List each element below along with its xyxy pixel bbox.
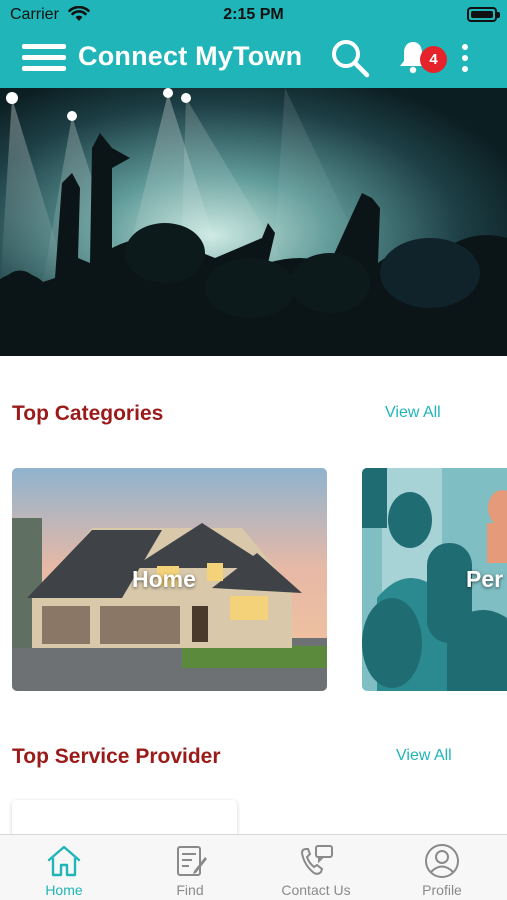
more-vertical-icon[interactable] — [460, 44, 470, 74]
top-service-provider-title: Top Service Provider — [12, 745, 221, 768]
tab-home-label: Home — [45, 882, 83, 898]
app-bar: Connect MyTown 4 — [0, 30, 507, 88]
tab-profile[interactable]: Profile — [379, 835, 505, 900]
search-icon[interactable] — [330, 38, 370, 78]
battery-icon — [467, 7, 500, 22]
status-time: 2:15 PM — [223, 6, 284, 23]
tab-find-label: Find — [176, 882, 204, 898]
contact-icon — [300, 845, 333, 875]
tab-home[interactable]: Home — [1, 835, 127, 900]
top-bar: Carrier 2:15 PM Connect MyTown 4 — [0, 0, 507, 88]
profile-icon — [425, 844, 459, 878]
find-icon — [177, 846, 207, 876]
notification-badge: 4 — [420, 46, 447, 73]
tab-profile-label: Profile — [422, 882, 462, 898]
providers-view-all-link[interactable]: View All — [396, 747, 452, 765]
tab-contact-us[interactable]: Contact Us — [253, 835, 379, 900]
category-label-people: Per — [466, 566, 504, 592]
categories-view-all-link[interactable]: View All — [385, 404, 441, 422]
hero-banner-image[interactable] — [0, 88, 507, 356]
top-categories-title: Top Categories — [12, 402, 164, 425]
app-title: Connect MyTown — [78, 41, 303, 71]
tab-contact-us-label: Contact Us — [281, 882, 351, 898]
bottom-tab-bar: Home Find Contact Us Profile — [0, 834, 507, 900]
category-card-home[interactable]: Home — [12, 468, 327, 691]
status-bar: Carrier 2:15 PM — [0, 0, 507, 30]
tab-find[interactable]: Find — [127, 835, 253, 900]
category-card-people[interactable]: Per — [362, 468, 507, 691]
menu-icon[interactable] — [22, 42, 66, 74]
category-label-home: Home — [132, 566, 196, 592]
home-icon — [47, 845, 81, 877]
